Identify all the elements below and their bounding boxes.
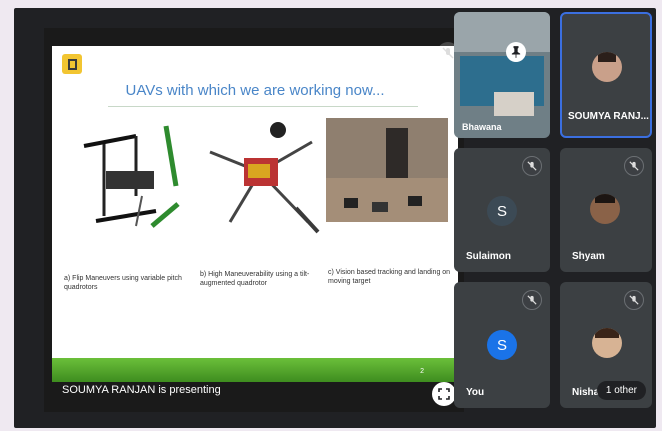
shared-slide: UAVs with which we are working now... a)… [52, 46, 458, 382]
participant-name: Nisha [572, 387, 600, 398]
participant-name: Bhawana [462, 122, 502, 132]
meeting-window: UAVs with which we are working now... a)… [14, 8, 656, 428]
others-chip[interactable]: 1 other [596, 381, 646, 400]
participant-tile-you[interactable]: S You [454, 282, 550, 408]
participant-name: You [466, 387, 485, 398]
slide-title: UAVs with which we are working now... [125, 82, 385, 99]
participant-name: Sulaimon [466, 251, 512, 262]
avatar: S [487, 196, 517, 226]
fullscreen-icon[interactable] [432, 382, 456, 406]
mic-off-icon [624, 290, 644, 310]
slide-divider [108, 106, 418, 107]
slide-logo-icon [62, 54, 82, 74]
participant-photo [592, 328, 622, 358]
drone-image-flip [66, 116, 186, 236]
slide-footer [52, 358, 458, 382]
presenting-label: SOUMYA RANJAN is presenting [62, 384, 221, 396]
caption-b: b) High Maneuverability using a tilt-aug… [200, 271, 310, 287]
avatar: S [487, 330, 517, 360]
participant-name: SOUMYA RANJ... [568, 111, 649, 122]
participant-tile-shyam[interactable]: Shyam [560, 148, 652, 272]
drone-image-tilt [200, 112, 320, 242]
participant-tile-sulaimon[interactable]: S Sulaimon [454, 148, 550, 272]
caption-c: c) Vision based tracking and landing on … [328, 269, 451, 285]
mic-off-icon [522, 156, 542, 176]
presentation-area: UAVs with which we are working now... a)… [44, 28, 464, 412]
mic-off-icon [522, 290, 542, 310]
pin-icon[interactable] [411, 42, 433, 64]
participant-tile-soumya[interactable]: SOUMYA RANJ... [560, 12, 652, 138]
mic-off-icon [624, 156, 644, 176]
participant-photo [590, 194, 620, 224]
participant-tile-nisha[interactable]: Nisha 1 other [560, 282, 652, 408]
pin-icon[interactable] [506, 42, 526, 62]
tracking-photo [326, 118, 448, 222]
participant-name: Shyam [572, 251, 605, 262]
participant-photo [592, 52, 622, 82]
participant-tile-bhawana[interactable]: Bhawana [454, 12, 550, 138]
slide-page-number: 2 [420, 368, 424, 375]
caption-a: a) Flip Maneuvers using variable pitch q… [64, 275, 182, 291]
